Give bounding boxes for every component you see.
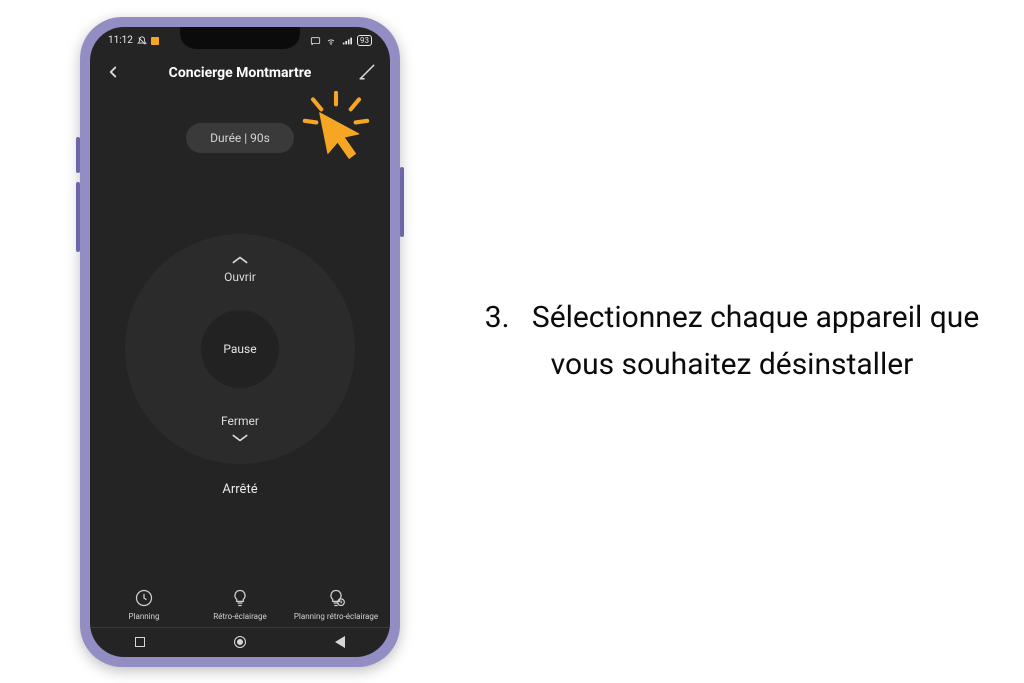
bulb-clock-icon — [326, 588, 346, 608]
wifi-icon — [325, 36, 337, 46]
signal-icon — [341, 36, 353, 46]
instruction-column: 3. Sélectionnez chaque appareil que vous… — [480, 295, 1024, 388]
app-header: Concierge Montmartre — [90, 55, 390, 91]
cast-icon — [310, 36, 321, 46]
pause-button[interactable]: Pause — [201, 310, 279, 388]
planning-backlight-button[interactable]: Planning rétro-éclairage — [288, 588, 383, 621]
duration-chip[interactable]: Durée | 90s — [186, 123, 294, 153]
bulb-icon — [230, 588, 250, 608]
planning-label: Planning — [128, 612, 159, 621]
planning-button[interactable]: Planning — [96, 588, 191, 621]
edit-button[interactable] — [358, 63, 376, 85]
android-recent-button[interactable] — [135, 637, 145, 647]
status-indicator — [151, 37, 159, 45]
planning-backlight-label: Planning rétro-éclairage — [294, 612, 378, 621]
dial-area: Ouvrir Pause Fermer Arrêté — [90, 153, 390, 578]
open-button[interactable]: Ouvrir — [224, 254, 256, 284]
instruction-text: 3. Sélectionnez chaque appareil que vous… — [480, 295, 984, 388]
android-back-button[interactable] — [335, 636, 345, 648]
instruction-number: 3. — [485, 300, 510, 335]
page-title: Concierge Montmartre — [169, 65, 312, 81]
backlight-label: Rétro-éclairage — [213, 612, 267, 621]
bell-off-icon — [137, 36, 147, 46]
back-button[interactable] — [104, 63, 122, 85]
close-button[interactable]: Fermer — [221, 414, 259, 444]
close-label: Fermer — [221, 414, 259, 428]
chevron-down-icon — [230, 432, 250, 444]
control-dial: Ouvrir Pause Fermer — [125, 234, 355, 464]
android-nav-bar — [90, 627, 390, 657]
chevron-left-icon — [104, 63, 122, 81]
bottom-actions: Planning Rétro-éclairage Planning rétro-… — [90, 578, 390, 627]
battery-icon: 93 — [357, 35, 372, 46]
status-bar: 11:12 93 — [90, 27, 390, 55]
clock-icon — [134, 588, 154, 608]
pencil-icon — [358, 63, 376, 81]
backlight-button[interactable]: Rétro-éclairage — [192, 588, 287, 621]
chip-row: Durée | 90s — [90, 123, 390, 153]
phone-column: 11:12 93 — [0, 0, 480, 683]
open-label: Ouvrir — [224, 270, 256, 284]
phone-frame: 11:12 93 — [80, 17, 400, 667]
pause-label: Pause — [223, 342, 256, 356]
android-home-button[interactable] — [234, 636, 246, 648]
chevron-up-icon — [230, 254, 250, 266]
status-time: 11:12 — [108, 35, 133, 46]
device-status: Arrêté — [222, 482, 257, 497]
phone-screen: 11:12 93 — [90, 27, 390, 657]
instruction-body: Sélectionnez chaque appareil que vous so… — [532, 300, 979, 382]
